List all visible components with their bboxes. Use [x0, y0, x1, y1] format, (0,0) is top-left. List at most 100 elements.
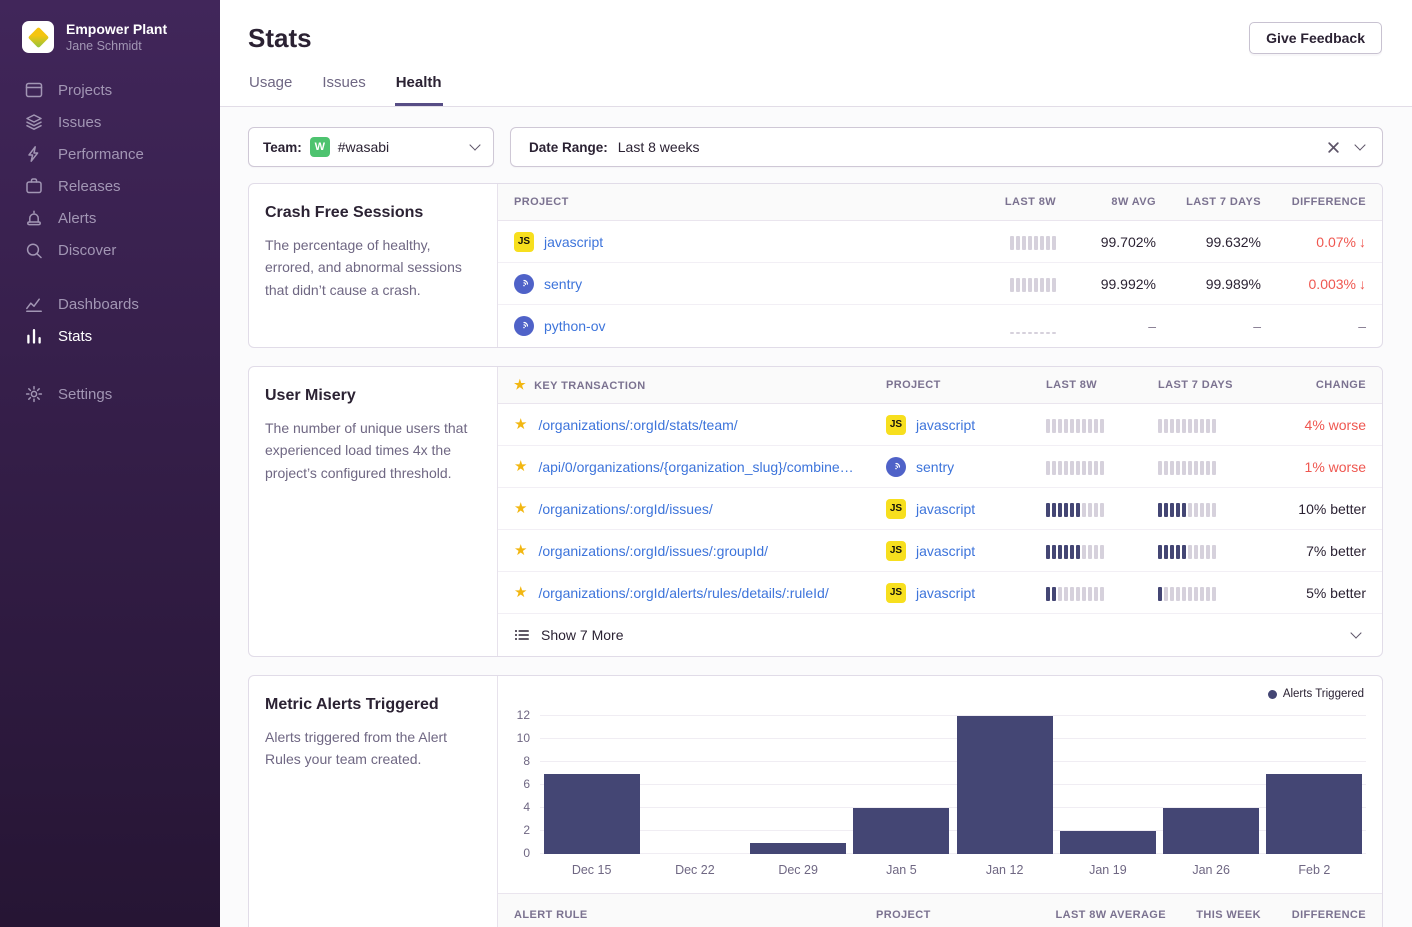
- sparkline-bar: [1094, 503, 1098, 517]
- y-axis-label: 12: [517, 708, 530, 722]
- sparkline-bar: [1088, 461, 1092, 475]
- sidebar-item-alerts[interactable]: Alerts: [0, 202, 220, 234]
- sparkline-bar: [1158, 545, 1162, 559]
- date-range-selector[interactable]: Date Range: Last 8 weeks: [510, 127, 1383, 167]
- x-axis-label: Feb 2: [1263, 863, 1366, 877]
- give-feedback-button[interactable]: Give Feedback: [1249, 22, 1382, 54]
- sparkline-bar: [1194, 503, 1198, 517]
- tab-issues[interactable]: Issues: [321, 74, 366, 106]
- sparkline-bar: [1040, 278, 1044, 292]
- project-link[interactable]: sentry: [916, 459, 954, 475]
- tab-usage[interactable]: Usage: [248, 74, 293, 106]
- transaction-link[interactable]: /organizations/:orgId/stats/team/: [538, 417, 737, 433]
- javascript-platform-icon: JS: [886, 541, 906, 561]
- last-8w-sparkline: [1046, 417, 1158, 433]
- app-root: Empower Plant Jane Schmidt Projects Issu…: [0, 0, 1412, 927]
- project-link[interactable]: python-ov: [544, 318, 605, 334]
- alerts-triggered-bar: [1163, 808, 1259, 854]
- sidebar-item-issues[interactable]: Issues: [0, 106, 220, 138]
- transaction-link[interactable]: /organizations/:orgId/alerts/rules/detai…: [538, 585, 828, 601]
- sparkline-bar: [1016, 278, 1020, 292]
- column-header: LAST 7 DAYS: [1156, 196, 1261, 208]
- sparkline-bar: [1046, 332, 1050, 334]
- key-transaction-star-icon[interactable]: ★: [514, 501, 527, 516]
- key-transaction-star-icon[interactable]: ★: [514, 417, 527, 432]
- table-header: PROJECT LAST 8W 8W AVG LAST 7 DAYS DIFFE…: [498, 184, 1382, 221]
- project-link[interactable]: javascript: [916, 585, 975, 601]
- transaction-link[interactable]: /api/0/organizations/{organization_slug}…: [538, 459, 853, 475]
- y-axis-label: 6: [523, 777, 530, 791]
- panel-title: Metric Alerts Triggered: [265, 696, 481, 714]
- last-8w-sparkline: [936, 276, 1056, 292]
- difference-value: 0.003%↓: [1261, 276, 1366, 292]
- sidebar-item-projects[interactable]: Projects: [0, 74, 220, 106]
- last-8w-sparkline: [936, 318, 1056, 334]
- key-transaction-star-icon[interactable]: ★: [514, 543, 527, 558]
- sparkline-bar: [1064, 503, 1068, 517]
- project-link[interactable]: javascript: [916, 417, 975, 433]
- project-link[interactable]: javascript: [916, 501, 975, 517]
- sidebar: Empower Plant Jane Schmidt Projects Issu…: [0, 0, 220, 927]
- sparkline-bar: [1028, 278, 1032, 292]
- alerts-chart-plot: [540, 716, 1366, 854]
- sidebar-item-performance[interactable]: Performance: [0, 138, 220, 170]
- sentry-platform-icon: [886, 457, 906, 477]
- column-header: 8W AVG: [1056, 196, 1156, 208]
- sidebar-item-settings[interactable]: Settings: [0, 378, 220, 410]
- crash-free-sessions-panel: Crash Free Sessions The percentage of he…: [248, 183, 1383, 348]
- user-misery-panel: User Misery The number of unique users t…: [248, 366, 1383, 657]
- sparkline-bar: [1034, 236, 1038, 250]
- clear-date-range-icon[interactable]: [1327, 141, 1340, 154]
- sidebar-item-discover[interactable]: Discover: [0, 234, 220, 266]
- tab-health[interactable]: Health: [395, 74, 443, 106]
- sparkline-bar: [1082, 461, 1086, 475]
- table-row: ★ /organizations/:orgId/issues/ JS javas…: [498, 488, 1382, 530]
- key-transaction-star-icon[interactable]: ★: [514, 585, 527, 600]
- column-header: ALERT RULE: [514, 909, 876, 921]
- sparkline-bar: [1170, 419, 1174, 433]
- sidebar-item-label: Stats: [58, 328, 92, 345]
- transaction-link[interactable]: /organizations/:orgId/issues/:groupId/: [538, 543, 768, 559]
- sparkline-bar: [1052, 545, 1056, 559]
- sparkline-bar: [1200, 461, 1204, 475]
- sidebar-item-label: Settings: [58, 386, 112, 403]
- sparkline-bar: [1064, 419, 1068, 433]
- sparkline-bar: [1064, 461, 1068, 475]
- alerts-icon: [25, 209, 43, 227]
- sparkline-bar: [1182, 503, 1186, 517]
- org-switcher[interactable]: Empower Plant Jane Schmidt: [0, 0, 220, 74]
- column-header: PROJECT: [886, 379, 1046, 391]
- sparkline-bar: [1100, 503, 1104, 517]
- project-link[interactable]: javascript: [916, 543, 975, 559]
- sidebar-item-dashboards[interactable]: Dashboards: [0, 288, 220, 320]
- sparkline-bar: [1022, 236, 1026, 250]
- sparkline-bar: [1076, 545, 1080, 559]
- panel-description: Alerts triggered from the Alert Rules yo…: [265, 726, 481, 771]
- transaction-link[interactable]: /organizations/:orgId/issues/: [538, 501, 712, 517]
- team-selector[interactable]: Team: W #wasabi: [248, 127, 494, 167]
- sparkline-bar: [1176, 587, 1180, 601]
- sparkline-bar: [1094, 419, 1098, 433]
- sparkline-bar: [1058, 545, 1062, 559]
- sparkline-bar: [1046, 419, 1050, 433]
- project-link[interactable]: sentry: [544, 276, 582, 292]
- change-value: 10% better: [1270, 501, 1366, 517]
- sparkline-bar: [1164, 419, 1168, 433]
- sidebar-item-releases[interactable]: Releases: [0, 170, 220, 202]
- sparkline-bar: [1034, 278, 1038, 292]
- project-link[interactable]: javascript: [544, 234, 603, 250]
- chart-area: 024681012: [508, 716, 1366, 854]
- key-transaction-star-icon[interactable]: ★: [514, 459, 527, 474]
- tab-bar: Usage Issues Health: [248, 74, 1382, 106]
- metric-alerts-chart-section: Alerts Triggered 024681012 Dec 15Dec 22D…: [498, 676, 1382, 927]
- change-value: 7% better: [1270, 543, 1366, 559]
- sparkline-bar: [1070, 545, 1074, 559]
- stream-icon: [514, 627, 530, 643]
- sidebar-item-stats[interactable]: Stats: [0, 320, 220, 352]
- chart-x-axis: Dec 15Dec 22Dec 29Jan 5Jan 12Jan 19Jan 2…: [540, 863, 1366, 877]
- last-7d-sparkline: [1158, 585, 1270, 601]
- sparkline-bar: [1064, 587, 1068, 601]
- sparkline-bar: [1046, 587, 1050, 601]
- show-more-button[interactable]: Show 7 More: [498, 614, 1382, 656]
- page-title: Stats: [248, 23, 312, 54]
